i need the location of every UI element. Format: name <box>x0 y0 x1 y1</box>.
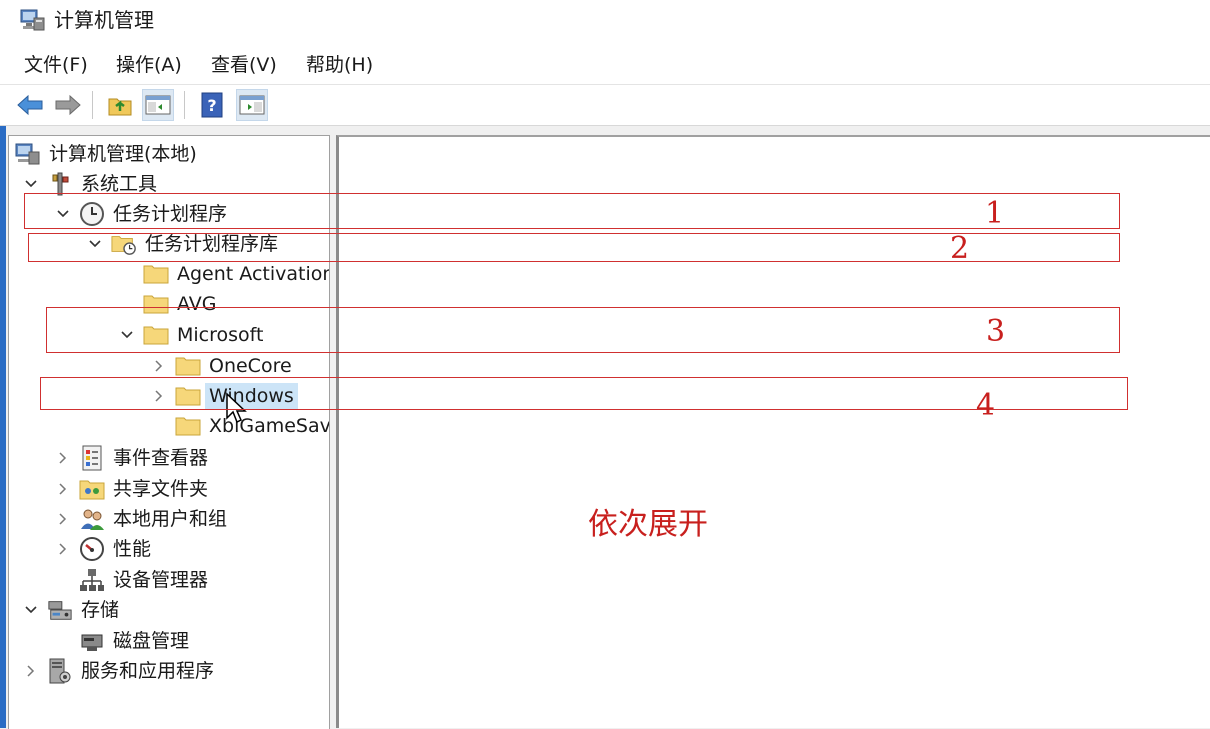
menu-bar: 文件(F) 操作(A) 查看(V) 帮助(H) <box>0 44 1210 85</box>
folder-icon <box>143 262 169 286</box>
chevron-right-icon[interactable] <box>55 450 71 466</box>
tree-item-event-viewer[interactable]: 事件查看器 <box>55 443 208 473</box>
tree-item-microsoft[interactable]: Microsoft <box>119 320 263 350</box>
chevron-down-icon[interactable] <box>23 602 39 618</box>
tree-item-disk-management[interactable]: 磁盘管理 <box>55 626 189 656</box>
tree-item-label: 设备管理器 <box>113 569 209 591</box>
tree-item-avg[interactable]: AVG <box>119 289 217 319</box>
help-button[interactable]: ? <box>196 89 228 121</box>
up-button[interactable] <box>104 89 136 121</box>
tree-item-label: 系统工具 <box>81 173 158 195</box>
folder-icon <box>175 354 201 378</box>
tree-item-device-manager[interactable]: 设备管理器 <box>55 565 208 595</box>
menu-view[interactable]: 查看(V) <box>211 52 277 78</box>
tree-item-storage[interactable]: 存储 <box>23 595 119 625</box>
folder-icon <box>143 292 169 316</box>
computer-management-icon <box>15 142 41 166</box>
action-pane-button[interactable] <box>236 89 268 121</box>
chevron-right-icon[interactable] <box>55 481 71 497</box>
console-tree-button[interactable] <box>142 89 174 121</box>
tree-item-label: Windows <box>205 383 298 409</box>
back-button[interactable] <box>14 89 46 121</box>
tree-item-label: 共享文件夹 <box>113 478 209 500</box>
chevron-right-icon[interactable] <box>23 663 39 679</box>
chevron-right-icon[interactable] <box>151 388 167 404</box>
tree-item-label: 存储 <box>81 599 120 621</box>
back-arrow-icon <box>17 94 43 116</box>
tools-icon <box>47 172 73 196</box>
tree-item-label: 服务和应用程序 <box>81 660 215 682</box>
forward-button[interactable] <box>52 89 84 121</box>
menu-file[interactable]: 文件(F) <box>24 52 88 78</box>
folder-icon <box>175 414 201 438</box>
chevron-down-icon[interactable] <box>23 176 39 192</box>
show-hide-action-pane-icon <box>239 95 265 115</box>
performance-icon <box>79 537 105 561</box>
tree-item-shared-folders[interactable]: 共享文件夹 <box>55 474 208 504</box>
tree-item-system-tools[interactable]: 系统工具 <box>23 169 157 199</box>
help-icon: ? <box>201 92 223 118</box>
toolbar: ? <box>0 85 1210 126</box>
up-folder-icon <box>108 98 132 116</box>
tree-item-label: AVG <box>177 293 217 315</box>
device-manager-icon <box>79 568 105 592</box>
tree-item-label: Agent Activation <box>177 263 330 285</box>
tree-item-label: 计算机管理(本地) <box>49 143 197 165</box>
title-bar: 计算机管理 <box>0 0 1210 44</box>
tree-item-task-scheduler[interactable]: 任务计划程序 <box>55 199 227 229</box>
menu-action[interactable]: 操作(A) <box>116 52 182 78</box>
tree-item-label: 性能 <box>113 538 152 560</box>
tree-item-label: Microsoft <box>177 324 264 346</box>
annotation-number-1: 1 <box>985 196 1005 231</box>
chevron-down-icon[interactable] <box>55 206 71 222</box>
toolbar-separator <box>92 91 93 119</box>
disk-icon <box>79 629 105 653</box>
storage-icon <box>47 598 73 622</box>
tree-item-computer-management[interactable]: 计算机管理(本地) <box>15 139 197 169</box>
chevron-right-icon[interactable] <box>55 511 71 527</box>
toolbar-separator <box>184 91 185 119</box>
forward-arrow-icon <box>55 94 81 116</box>
tree-item-performance[interactable]: 性能 <box>55 534 151 564</box>
folder-icon <box>175 384 201 408</box>
tree-item-onecore[interactable]: OneCore <box>151 351 292 381</box>
annotation-number-4: 4 <box>976 388 996 423</box>
chevron-down-icon[interactable] <box>87 236 103 252</box>
menu-help[interactable]: 帮助(H) <box>306 52 373 78</box>
tree-item-label: 磁盘管理 <box>113 630 190 652</box>
tree-item-label: 任务计划程序 <box>113 203 228 225</box>
chevron-down-icon[interactable] <box>119 327 135 343</box>
folder-icon <box>143 323 169 347</box>
computer-management-icon <box>20 8 46 32</box>
chevron-right-icon[interactable] <box>151 358 167 374</box>
annotation-number-3: 3 <box>986 314 1006 349</box>
shared-folder-icon <box>79 477 105 501</box>
clock-icon <box>79 202 105 226</box>
tree-item-task-scheduler-library[interactable]: 任务计划程序库 <box>87 229 278 259</box>
chevron-right-icon[interactable] <box>55 541 71 557</box>
mouse-cursor-icon <box>226 392 247 424</box>
event-viewer-icon <box>79 445 105 471</box>
tree-item-label: OneCore <box>209 355 292 377</box>
details-pane[interactable] <box>336 135 1210 728</box>
services-icon <box>47 658 73 684</box>
tree-item-label: 任务计划程序库 <box>145 233 279 255</box>
tree-item-label: 事件查看器 <box>113 447 209 469</box>
tree-item-local-users-groups[interactable]: 本地用户和组 <box>55 504 227 534</box>
users-icon <box>79 507 105 531</box>
annotation-caption: 依次展开 <box>588 507 708 542</box>
window-title: 计算机管理 <box>54 8 154 32</box>
annotation-number-2: 2 <box>950 231 970 266</box>
show-hide-console-tree-icon <box>145 95 171 115</box>
tree-item-agent-activation[interactable]: Agent Activation <box>119 259 330 289</box>
console-tree-pane[interactable]: 计算机管理(本地) 系统工具 任务计划程序 任务计划程序库 Agent Acti… <box>8 135 330 729</box>
tree-item-services-applications[interactable]: 服务和应用程序 <box>23 656 214 686</box>
svg-text:?: ? <box>207 96 216 115</box>
tree-item-label: 本地用户和组 <box>113 508 228 530</box>
folder-clock-icon <box>111 232 137 256</box>
